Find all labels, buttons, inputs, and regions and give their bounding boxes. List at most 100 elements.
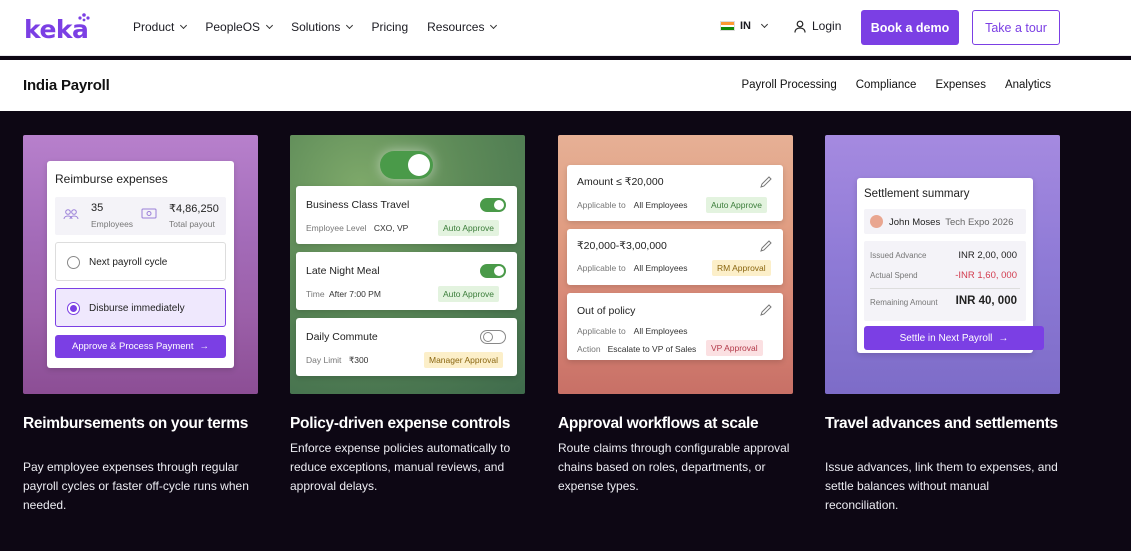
option-label: Next payroll cycle (89, 257, 168, 268)
card2-description: Enforce expense policies automatically t… (290, 441, 511, 493)
employee-trip-row: John Moses Tech Expo 2026 (864, 209, 1026, 234)
logo-spark-icon (78, 13, 90, 22)
policy-toggle[interactable] (480, 330, 506, 344)
rule-meta-label: Applicable to (577, 263, 626, 273)
rule-meta-value: All Employees (633, 326, 688, 336)
chevron-down-icon (346, 21, 354, 30)
subnav-analytics[interactable]: Analytics (1005, 79, 1051, 91)
product-subnav: India Payroll Payroll Processing Complia… (0, 60, 1131, 111)
approval-rule: Amount ≤ ₹20,000 Applicable to All Employ… (567, 165, 783, 221)
card3-description: Route claims through configurable approv… (558, 441, 790, 493)
chevron-down-icon (760, 20, 769, 29)
policy-title: Business Class Travel (306, 199, 410, 211)
policy-meta-label: Employee Level (306, 223, 367, 233)
policy-meta-label: Day Limit (306, 355, 342, 365)
radio-checked[interactable] (67, 302, 80, 315)
reimbursements-illustration: Reimburse expenses 35 Employees ₹4,86,25… (23, 135, 258, 394)
approval-rule: ₹20,000-₹3,00,000 Applicable to All Emplo… (567, 229, 783, 285)
menu-peopleos[interactable]: PeopleOS (205, 20, 274, 34)
status-badge: Manager Approval (424, 352, 503, 368)
india-flag-icon (720, 21, 735, 31)
policy-toggle[interactable] (480, 264, 506, 278)
menu-resources[interactable]: Resources (427, 20, 498, 34)
rule-meta-label: Applicable to (577, 326, 626, 336)
approve-process-button[interactable]: Approve & Process Payment → (55, 335, 226, 358)
option-label: Disburse immediately (89, 303, 185, 314)
employee-name: John Moses (889, 217, 941, 228)
menu-label: Solutions (291, 20, 341, 34)
issued-label: Issued Advance (870, 251, 927, 260)
menu-product[interactable]: Product (133, 20, 188, 34)
cash-icon (141, 208, 157, 219)
rule-action-label: Action (577, 344, 601, 354)
employees-count: 35 (91, 202, 104, 214)
stats-box: 35 Employees ₹4,86,250 Total payout (55, 197, 226, 235)
rule-action-value: Escalate to VP of Sales (607, 344, 697, 354)
card2-title: Policy-driven expense controls (290, 415, 511, 432)
settlement-breakdown: Issued Advance INR 2,00, 000 Actual Spen… (864, 241, 1026, 321)
keka-logo[interactable]: keka (24, 13, 90, 44)
master-toggle[interactable] (380, 151, 433, 179)
rule-meta-label: Applicable to (577, 200, 626, 210)
status-badge: RM Approval (712, 260, 771, 276)
policy-toggle[interactable] (480, 198, 506, 212)
page-title: India Payroll (23, 77, 110, 94)
rule-title: ₹20,000-₹3,00,000 (577, 240, 667, 252)
arrow-right-icon: → (199, 341, 209, 352)
approval-rule: Out of policy Applicable to All Employees… (567, 293, 783, 360)
status-badge: Auto Approve (706, 197, 768, 213)
radio-unchecked[interactable] (67, 256, 80, 269)
subnav-payroll-processing[interactable]: Payroll Processing (741, 79, 836, 91)
reimburse-title: Reimburse expenses (55, 172, 168, 186)
main-menu: Product PeopleOS Solutions Pricing Resou… (133, 20, 515, 34)
card4-title: Travel advances and settlements (825, 415, 1058, 432)
settlement-title: Settlement summary (864, 188, 970, 200)
country-selector[interactable]: IN (720, 20, 769, 32)
pencil-icon[interactable] (759, 303, 773, 317)
menu-label: Resources (427, 20, 485, 34)
option-next-payroll[interactable]: Next payroll cycle (55, 242, 226, 281)
login-label: Login (812, 19, 842, 33)
payout-value: ₹4,86,250 (169, 203, 219, 215)
top-navbar: keka Product PeopleOS Solutions Pricing … (0, 0, 1131, 56)
menu-solutions[interactable]: Solutions (291, 20, 354, 34)
policy-meta-value: CXO, VP (373, 223, 409, 233)
employees-label: Employees (91, 219, 134, 229)
settle-next-payroll-button[interactable]: Settle in Next Payroll → (864, 326, 1044, 350)
pencil-icon[interactable] (759, 239, 773, 253)
divider (870, 288, 1020, 289)
policy-row: Business Class Travel Employee Level CXO… (296, 186, 517, 244)
arrow-right-icon: → (998, 332, 1009, 344)
login-link[interactable]: Login (794, 19, 841, 33)
people-icon (63, 209, 79, 220)
status-badge: Auto Approve (438, 220, 500, 236)
settlement-panel: Settlement summary John Moses Tech Expo 2… (857, 178, 1044, 353)
status-badge: VP Approval (706, 340, 763, 356)
reimburse-panel: Reimburse expenses 35 Employees ₹4,86,25… (47, 161, 234, 368)
policy-controls-illustration: Business Class Travel Employee Level CXO… (290, 135, 525, 394)
card1-description: Pay employee expenses through regular pa… (23, 460, 249, 512)
subnav-compliance[interactable]: Compliance (856, 79, 917, 91)
rule-meta-value: All Employees (633, 200, 688, 210)
subnav-links: Payroll Processing Compliance Expenses A… (741, 79, 1051, 91)
button-label: Approve & Process Payment (72, 341, 194, 352)
rule-title: Out of policy (577, 305, 636, 317)
option-disburse-immediately[interactable]: Disburse immediately (55, 288, 226, 327)
card3-title: Approval workflows at scale (558, 415, 759, 432)
chevron-down-icon (180, 21, 188, 30)
country-code: IN (740, 20, 751, 32)
book-demo-button[interactable]: Book a demo (861, 10, 959, 45)
take-tour-button[interactable]: Take a tour (972, 10, 1060, 45)
pencil-icon[interactable] (759, 175, 773, 189)
policy-title: Daily Commute (306, 331, 378, 343)
button-label: Settle in Next Payroll (899, 332, 993, 344)
travel-advances-illustration: Settlement summary John Moses Tech Expo 2… (825, 135, 1060, 394)
rule-title: Amount ≤ ₹20,000 (577, 176, 664, 188)
policy-row: Daily Commute Day Limit ₹300 Manager App… (296, 318, 517, 376)
card4-description: Issue advances, link them to expenses, a… (825, 460, 1058, 512)
policy-meta-label: Time (306, 289, 325, 299)
subnav-expenses[interactable]: Expenses (935, 79, 986, 91)
policy-meta-value: After 7:00 PM (328, 289, 381, 299)
policy-title: Late Night Meal (306, 265, 380, 277)
menu-pricing[interactable]: Pricing (371, 20, 408, 34)
